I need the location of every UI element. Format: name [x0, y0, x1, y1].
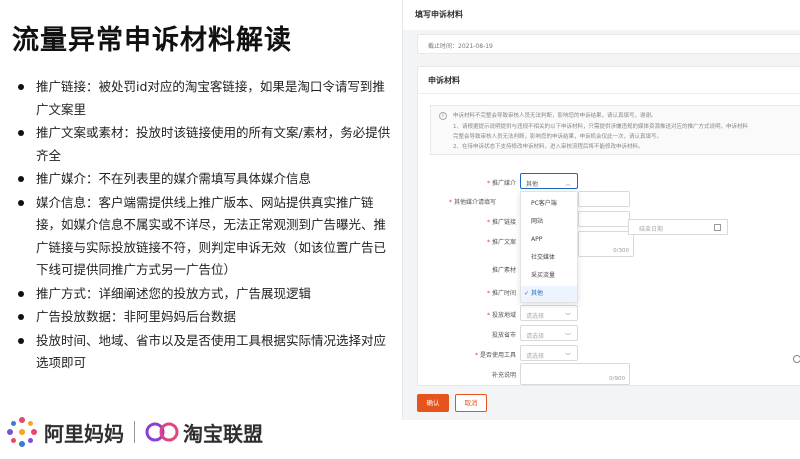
other-media-input[interactable] — [578, 191, 630, 207]
bullet-item: 媒介信息：客户端需提供线上推广版本、网站提供真实推广链接，如媒介信息不属实或不详… — [16, 192, 394, 282]
end-date-picker[interactable]: 结束日期 — [628, 219, 728, 235]
province-select[interactable]: 请选择 ﹀ — [520, 325, 578, 341]
bullet-item: 推广文案或素材：投放时该链接使用的所有文案/素材，务必提供齐全 — [16, 122, 394, 167]
dropdown-option[interactable]: 采买流量 — [521, 268, 577, 284]
link-input[interactable] — [578, 211, 630, 227]
cancel-button[interactable]: 取消 — [455, 394, 487, 412]
extra-textarea[interactable]: 0/900 — [520, 363, 630, 385]
deadline-card: 截止时间：2021-08-19 — [417, 34, 800, 54]
media-select[interactable]: 其他 ︿ — [520, 173, 578, 189]
check-icon: ✓ — [524, 290, 530, 297]
bullet-text: 投放时间、地域、省市以及是否使用工具根据实际情况选择对应选项即可 — [36, 332, 387, 371]
calendar-icon — [714, 224, 721, 231]
copy-label: * 推广文案 — [486, 239, 516, 246]
alimama-logo-text: 阿里妈妈 — [44, 421, 124, 446]
tool-label: * 是否使用工具 — [474, 352, 516, 359]
chevron-up-icon: ︿ — [564, 181, 571, 188]
bullet-dot — [18, 130, 24, 136]
link-label: * 推广链接 — [486, 219, 516, 226]
form-header: 填写申诉材料 — [403, 0, 800, 30]
bullet-text: 广告投放数据：非阿里妈妈后台数据 — [36, 309, 237, 324]
dropdown-option[interactable]: PC客户端 — [521, 196, 577, 212]
section-divider — [418, 93, 800, 94]
extra-label: 补充说明 — [491, 372, 516, 379]
other-media-label: * 其他媒介请填写 — [448, 199, 496, 206]
copy-textarea[interactable]: 0/300 — [578, 231, 634, 257]
appeal-materials-card: 申诉材料 i 申诉材料不完整会导致审核人员无法判断，影响您的申诉结果，请认真填写… — [417, 66, 800, 386]
province-label: 投放省市 — [491, 332, 516, 339]
time-label: * 推广时间 — [486, 290, 516, 297]
dropdown-option[interactable]: APP — [521, 232, 577, 248]
bullet-item: 推广媒介：不在列表里的媒介需填写具体媒介信息 — [16, 168, 394, 191]
logo-divider — [134, 421, 135, 443]
bullet-dot — [18, 176, 24, 182]
alimama-logo-icon — [7, 417, 37, 447]
slide-title: 流量异常申诉材料解读 — [12, 25, 292, 56]
bullet-dot — [18, 199, 24, 206]
taobao-union-logo-text: 淘宝联盟 — [183, 421, 263, 446]
bullet-text: 推广方式：详细阐述您的投放方式，广告展现逻辑 — [36, 285, 312, 301]
chevron-down-icon: ﹀ — [564, 353, 571, 360]
bullet-item: 推广链接：被处罚id对应的淘宝客链接，如果是淘口令请写到推广文案里 — [16, 76, 394, 121]
media-dropdown: PC客户端 网站 APP 社交媒体 采买流量 ✓ 其他 — [520, 191, 578, 303]
bullet-text: 推广文案或素材：投放时该链接使用的所有文案/素材，务必提供齐全 — [36, 125, 391, 163]
form-header-title: 填写申诉材料 — [415, 10, 463, 19]
notice-line: 申诉材料不完整会导致审核人员无法判断，影响您的申诉结果，请认真填写，谢谢。 — [453, 113, 657, 119]
media-label: * 推广媒介 — [486, 180, 516, 187]
bullet-item: 广告投放数据：非阿里妈妈后台数据 — [16, 306, 394, 329]
region-label: * 投放地域 — [486, 312, 516, 319]
info-icon: i — [439, 112, 447, 120]
bullet-dot — [18, 314, 24, 320]
notice-line: 1、请根据提示说明提供与违规不相关的以下申诉材料，只需提供涉嫌违规的媒体资源推送… — [453, 124, 749, 130]
bullet-list: 推广链接：被处罚id对应的淘宝客链接，如果是淘口令请写到推广文案里 推广文案或素… — [16, 76, 394, 376]
bullet-item: 投放时间、地域、省市以及是否使用工具根据实际情况选择对应选项即可 — [16, 330, 394, 375]
bullet-text: 推广媒介：不在列表里的媒介需填写具体媒介信息 — [36, 171, 312, 186]
bullet-dot — [18, 84, 24, 90]
confirm-button[interactable]: 确认 — [417, 394, 449, 412]
material-label: 推广素材 — [491, 267, 516, 274]
dropdown-option[interactable]: 网站 — [521, 214, 577, 230]
section-title: 申诉材料 — [428, 76, 460, 85]
scroll-indicator-icon[interactable] — [793, 355, 800, 363]
tool-select[interactable]: 请选择 ﹀ — [520, 345, 578, 361]
bullet-text: 推广链接：被处罚id对应的淘宝客链接，如果是淘口令请写到推广文案里 — [36, 79, 385, 117]
bullet-text: 媒介信息：客户端需提供线上推广版本、网站提供真实推广链接，如媒介信息不属实或不详… — [36, 194, 387, 278]
taobao-union-logo-icon — [145, 422, 179, 442]
dropdown-option[interactable]: 社交媒体 — [521, 250, 577, 266]
appeal-form-screenshot: 填写申诉材料 截止时间：2021-08-19 申诉材料 i 申诉材料不完整会导致… — [402, 0, 800, 420]
footer-logos: 阿里妈妈 淘宝联盟 — [4, 412, 263, 452]
notice-box: i 申诉材料不完整会导致审核人员无法判断，影响您的申诉结果，请认真填写，谢谢。 … — [430, 105, 800, 155]
region-select[interactable]: 请选择 ﹀ — [520, 305, 578, 321]
bullet-dot — [18, 290, 24, 297]
notice-line: 2、在待申诉状态下支持修改申诉材料，进入审核流程后将不能修改申诉材料。 — [453, 144, 644, 150]
bullet-item: 推广方式：详细阐述您的投放方式，广告展现逻辑 — [16, 283, 394, 306]
deadline-text: 截止时间：2021-08-19 — [428, 43, 493, 50]
chevron-down-icon: ﹀ — [564, 313, 571, 320]
notice-line: 完整会导致审核人员无法判断，影响您的申诉结果，申诉机会仅此一次，请认真填写。 — [453, 134, 663, 140]
bullet-dot — [18, 337, 24, 344]
chevron-down-icon: ﹀ — [564, 333, 571, 340]
dropdown-option-selected[interactable]: ✓ 其他 — [521, 286, 577, 302]
